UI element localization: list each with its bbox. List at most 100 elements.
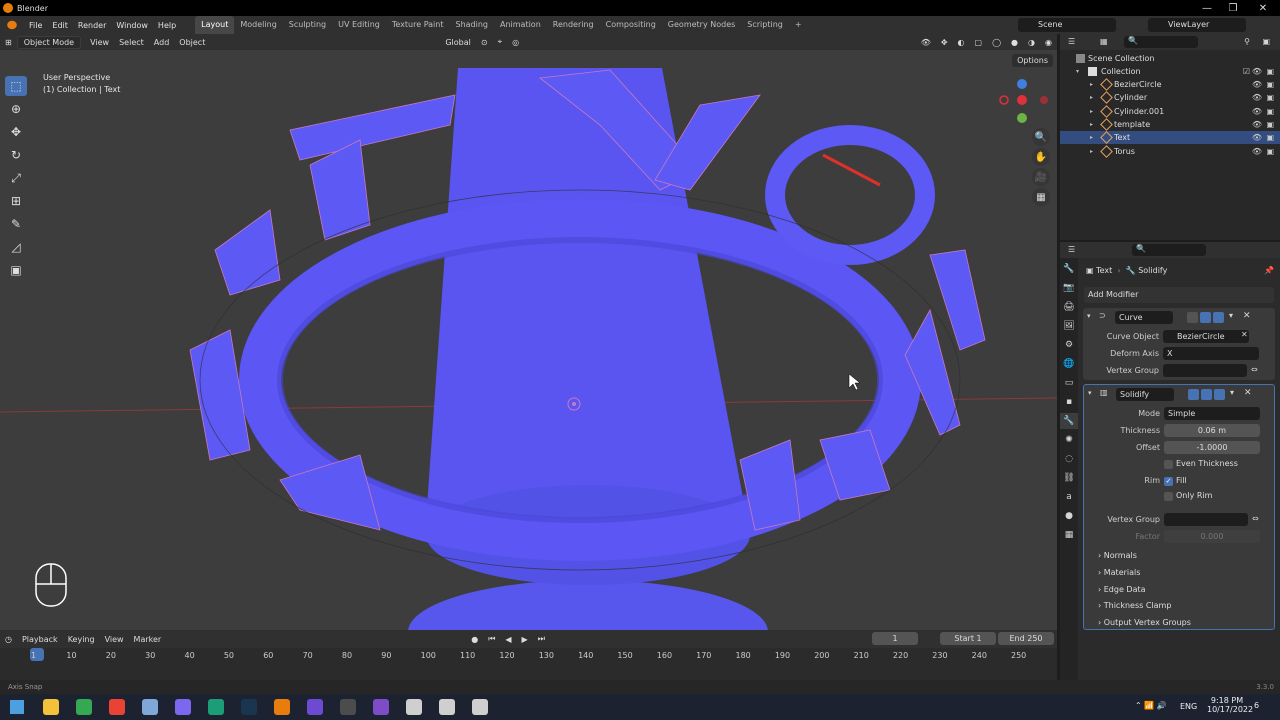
- taskbar-app-icon[interactable]: [438, 699, 455, 715]
- render-tab-icon[interactable]: 📷: [1060, 280, 1078, 296]
- output-tab-icon[interactable]: 🖨: [1060, 299, 1078, 315]
- curve-object-clear-icon[interactable]: ✕: [1241, 330, 1248, 339]
- camera-icon[interactable]: ▣: [1266, 118, 1274, 131]
- gizmo-y-axis[interactable]: [1017, 113, 1027, 123]
- overlay-icon[interactable]: ◐: [953, 38, 970, 47]
- camera-icon[interactable]: ▣: [1266, 145, 1274, 158]
- materials-subpanel[interactable]: › Materials: [1098, 568, 1140, 577]
- cursor-tool-icon[interactable]: ⊕: [5, 99, 27, 119]
- solidify-editmode-icon[interactable]: [1188, 389, 1199, 400]
- camera-icon[interactable]: ▣: [1266, 65, 1274, 78]
- taskbar-app-icon[interactable]: [42, 699, 59, 715]
- jump-start-icon[interactable]: ⏮: [483, 634, 500, 644]
- gizmo-icon[interactable]: ✥: [936, 38, 953, 47]
- close-button[interactable]: ✕: [1250, 0, 1276, 16]
- taskbar-app-icon[interactable]: [108, 699, 125, 715]
- proportional-edit-icon[interactable]: ◎: [507, 38, 524, 47]
- tab-compositing[interactable]: Compositing: [600, 16, 662, 34]
- tab-sculpting[interactable]: Sculpting: [283, 16, 332, 34]
- grid-view-icon[interactable]: ▦: [1032, 188, 1050, 206]
- gizmo-neg-x2[interactable]: [1040, 96, 1048, 104]
- menu-keying[interactable]: Keying: [63, 635, 100, 644]
- snap-icon[interactable]: ⌖: [493, 37, 508, 47]
- menu-edit[interactable]: Edit: [47, 21, 73, 30]
- menu-playback[interactable]: Playback: [17, 635, 63, 644]
- tab-modeling[interactable]: Modeling: [234, 16, 282, 34]
- solidify-menu-icon[interactable]: ▾: [1230, 388, 1234, 397]
- add-cube-tool-icon[interactable]: ▣: [5, 260, 27, 280]
- taskbar-app-icon[interactable]: [273, 699, 290, 715]
- outliner-search-icon[interactable]: 🔍: [1124, 36, 1198, 48]
- timeline-editor-icon[interactable]: ◷: [0, 635, 17, 644]
- constraints-tab-icon[interactable]: ⛓: [1060, 470, 1078, 486]
- zoom-icon[interactable]: 🔍: [1032, 128, 1050, 146]
- factor-field[interactable]: 0.000: [1164, 530, 1260, 543]
- collection-checkbox[interactable]: ☑: [1243, 65, 1250, 78]
- properties-editor-icon[interactable]: ☰: [1068, 245, 1075, 254]
- collection-tab-icon[interactable]: ▭: [1060, 375, 1078, 391]
- xray-icon[interactable]: ▢: [970, 38, 988, 47]
- curve-viewport-icon[interactable]: [1200, 312, 1211, 323]
- object-expand-icon[interactable]: ▸: [1090, 105, 1093, 118]
- curve-modifier-name[interactable]: Curve: [1115, 311, 1173, 324]
- eye-icon[interactable]: 👁: [1252, 91, 1262, 104]
- add-workspace-button[interactable]: +: [789, 16, 808, 34]
- offset-field[interactable]: -1.0000: [1164, 441, 1260, 454]
- windows-start-icon[interactable]: [10, 700, 24, 714]
- object-expand-icon[interactable]: ▸: [1090, 91, 1093, 104]
- thickness-clamp-subpanel[interactable]: › Thickness Clamp: [1098, 601, 1171, 610]
- material-tab-icon[interactable]: ●: [1060, 508, 1078, 524]
- texture-tab-icon[interactable]: ▦: [1060, 527, 1078, 543]
- taskbar-app-icon[interactable]: [471, 699, 488, 715]
- solidify-mode-dropdown[interactable]: Simple: [1164, 407, 1260, 420]
- measure-tool-icon[interactable]: ◿: [5, 237, 27, 257]
- curve-collapse-icon[interactable]: ▾: [1087, 312, 1091, 320]
- annotate-tool-icon[interactable]: ✎: [5, 214, 27, 234]
- solidify-collapse-icon[interactable]: ▾: [1088, 389, 1092, 397]
- start-frame-field[interactable]: Start 1: [940, 632, 996, 645]
- thickness-field[interactable]: 0.06 m: [1164, 424, 1260, 437]
- rotate-tool-icon[interactable]: ↻: [5, 145, 27, 165]
- outliner-object-row[interactable]: ▸ template 👁 ▣: [1060, 118, 1280, 131]
- eye-icon[interactable]: 👁: [1252, 118, 1262, 131]
- taskbar-app-icon[interactable]: [405, 699, 422, 715]
- curve-editmode-icon[interactable]: [1187, 312, 1198, 323]
- taskbar-app-icon[interactable]: [372, 699, 389, 715]
- scene-tab-icon[interactable]: ⚙: [1060, 337, 1078, 353]
- solidify-invert-icon[interactable]: ⇔: [1252, 514, 1259, 523]
- only-rim-checkbox[interactable]: [1164, 492, 1173, 501]
- object-expand-icon[interactable]: ▸: [1090, 145, 1093, 158]
- camera-icon[interactable]: ▣: [1266, 131, 1274, 144]
- taskbar-app-icon[interactable]: [339, 699, 356, 715]
- gizmo-neg-x[interactable]: [999, 95, 1009, 105]
- menu-view[interactable]: View: [85, 38, 114, 47]
- blender-menu-icon[interactable]: [7, 20, 17, 30]
- tab-layout[interactable]: Layout: [195, 16, 235, 34]
- tab-texture-paint[interactable]: Texture Paint: [386, 16, 450, 34]
- menu-file[interactable]: File: [24, 21, 47, 30]
- display-mode-icon[interactable]: ▦: [1100, 37, 1108, 46]
- menu-help[interactable]: Help: [153, 21, 181, 30]
- view-layer-tab-icon[interactable]: 🖼: [1060, 318, 1078, 334]
- menu-select[interactable]: Select: [114, 38, 149, 47]
- tab-rendering[interactable]: Rendering: [547, 16, 600, 34]
- camera-icon[interactable]: ▣: [1266, 105, 1274, 118]
- solidify-viewport-icon[interactable]: [1201, 389, 1212, 400]
- taskbar-app-icon[interactable]: [174, 699, 191, 715]
- edge-data-subpanel[interactable]: › Edge Data: [1098, 585, 1146, 594]
- new-collection-icon[interactable]: ▣: [1262, 37, 1270, 46]
- outliner-object-row[interactable]: ▸ Cylinder.001 👁 ▣: [1060, 104, 1280, 118]
- add-modifier-dropdown[interactable]: Add Modifier: [1084, 287, 1274, 303]
- transform-tool-icon[interactable]: ⊞: [5, 191, 27, 211]
- object-expand-icon[interactable]: ▸: [1090, 78, 1093, 91]
- menu-render[interactable]: Render: [73, 21, 111, 30]
- gizmo-z-axis[interactable]: [1017, 79, 1027, 89]
- deform-axis-dropdown[interactable]: X: [1163, 347, 1259, 360]
- tool-tab-icon[interactable]: 🔧: [1060, 261, 1078, 277]
- tab-uv-editing[interactable]: UV Editing: [332, 16, 386, 34]
- filter-icon[interactable]: ⚲: [1244, 37, 1250, 46]
- data-tab-icon[interactable]: a: [1060, 489, 1078, 505]
- eye-icon[interactable]: 👁: [1252, 145, 1262, 158]
- solidify-vertex-group-field[interactable]: [1164, 513, 1248, 526]
- options-dropdown[interactable]: Options: [1012, 54, 1053, 67]
